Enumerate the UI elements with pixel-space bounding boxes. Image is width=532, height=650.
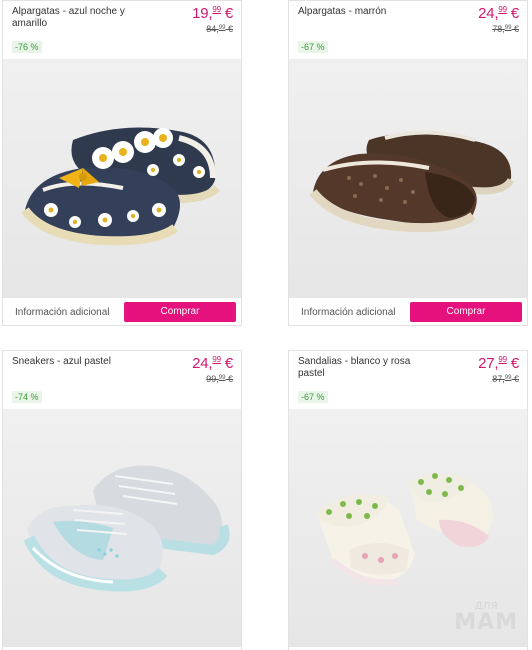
original-price: 78,99 € [492,24,519,34]
product-name[interactable]: Alpargatas - marrón [298,6,438,18]
product-price: 27,99 € [478,355,519,372]
product-footer: Información adicional Comprar [289,297,527,327]
product-name[interactable]: Sandalias - blanco y rosa pastel [298,356,438,380]
product-image-espadrilles-brown[interactable] [289,59,527,297]
product-header: Alpargatas - azul noche y amarillo 19,99… [3,1,241,59]
watermark-logo: для МАМ [454,598,518,634]
product-footer: Información adicional Comprar [3,297,241,327]
more-info-link[interactable]: Información adicional [15,307,110,318]
product-card[interactable]: Sneakers - azul pastel 24,99 € 99,99 € -… [2,350,242,650]
product-image-sneakers-pastel-blue[interactable] [3,409,241,647]
original-price: 87,99 € [492,374,519,384]
product-name[interactable]: Alpargatas - azul noche y amarillo [12,6,152,30]
product-header: Alpargatas - marrón 24,99 € 78,99 € -67 … [289,1,527,59]
product-price: 24,99 € [192,355,233,372]
original-price: 99,99 € [206,374,233,384]
discount-badge: -67 % [298,391,328,403]
product-price: 19,99 € [192,5,233,22]
product-card[interactable]: Alpargatas - marrón 24,99 € 78,99 € -67 … [288,0,528,326]
product-image-espadrilles-daisies[interactable] [3,59,241,297]
product-card[interactable]: Alpargatas - azul noche y amarillo 19,99… [2,0,242,326]
buy-button[interactable]: Comprar [410,302,522,322]
original-price: 84,99 € [206,24,233,34]
discount-badge: -74 % [12,391,42,403]
product-grid: Alpargatas - azul noche y amarillo 19,99… [0,0,532,650]
watermark-line2: МАМ [454,610,518,635]
product-name[interactable]: Sneakers - azul pastel [12,356,152,368]
product-header: Sandalias - blanco y rosa pastel 27,99 €… [289,351,527,409]
product-price: 24,99 € [478,5,519,22]
discount-badge: -67 % [298,41,328,53]
more-info-link[interactable]: Información adicional [301,307,396,318]
product-header: Sneakers - azul pastel 24,99 € 99,99 € -… [3,351,241,409]
buy-button[interactable]: Comprar [124,302,236,322]
discount-badge: -76 % [12,41,42,53]
